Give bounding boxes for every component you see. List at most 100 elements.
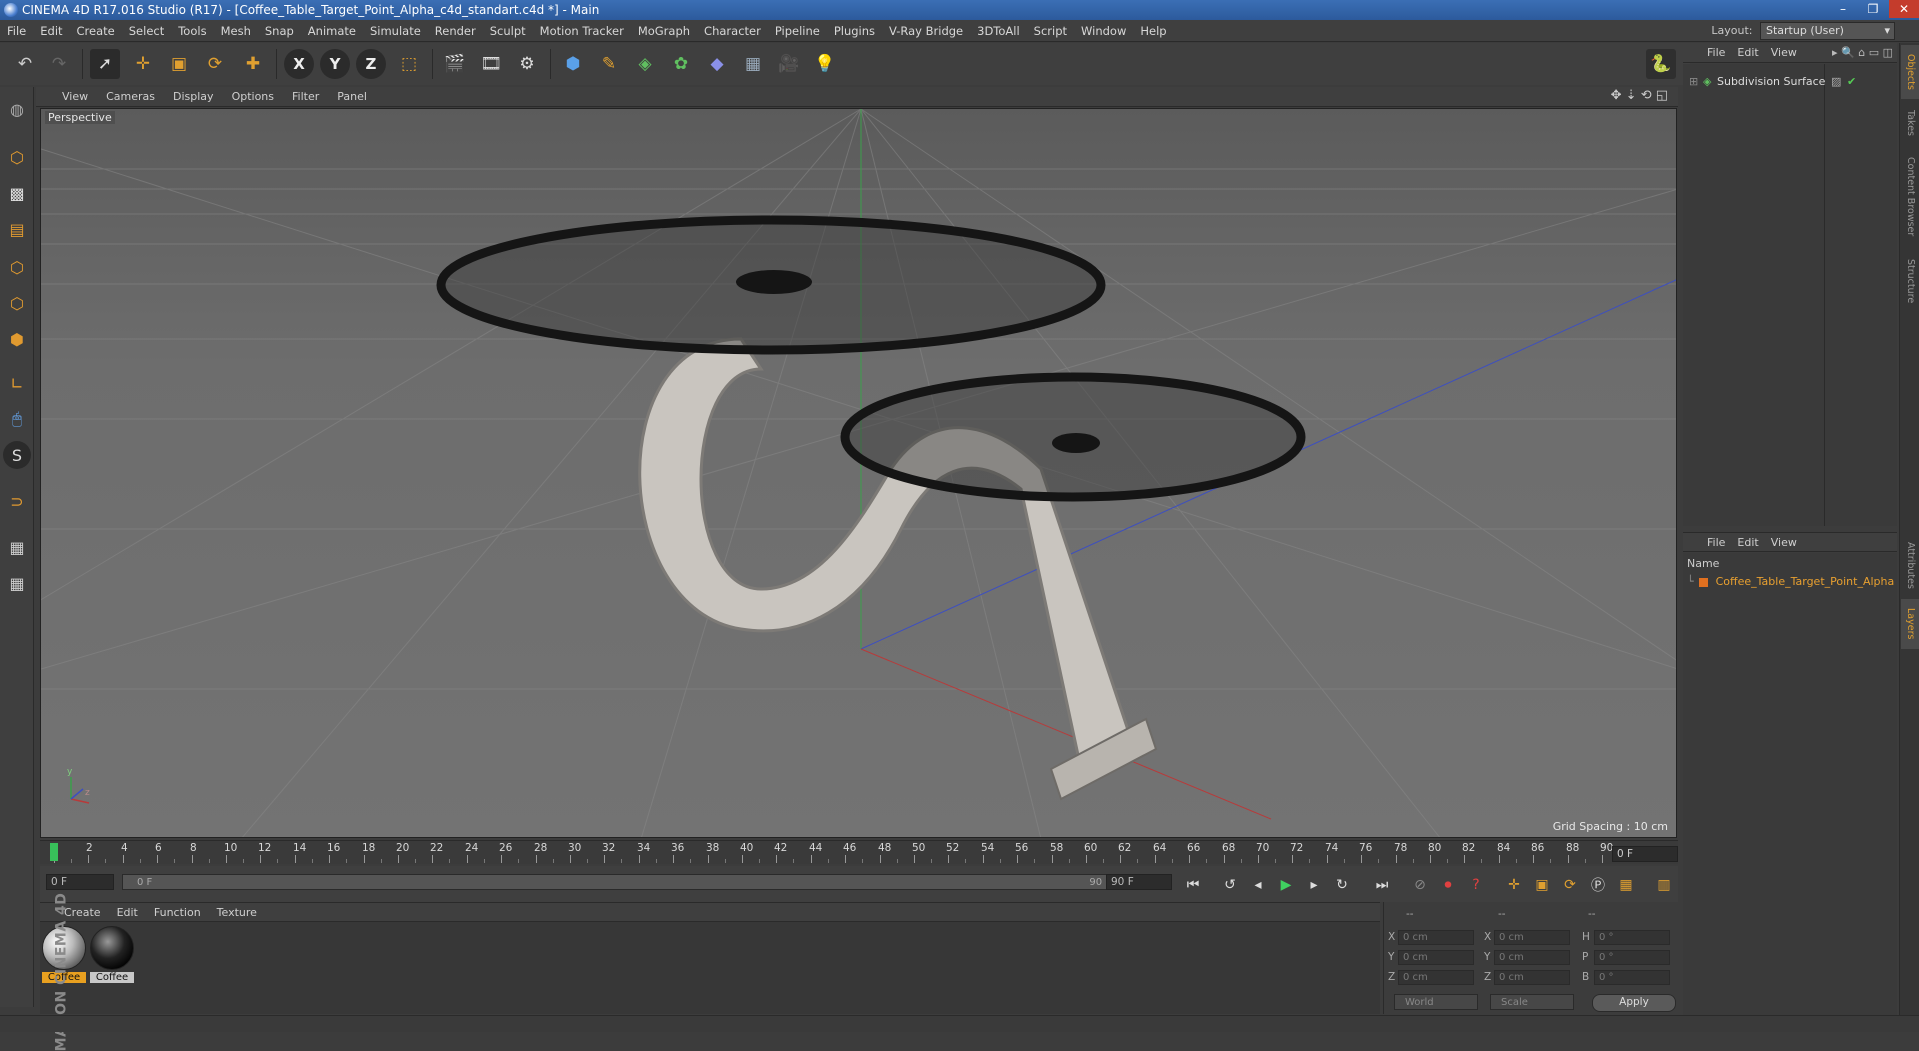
end-frame-field[interactable]: 90 F — [1106, 874, 1172, 890]
polygons-mode-icon[interactable]: ⬢ — [3, 325, 31, 353]
material-swatch[interactable]: Coffee — [90, 926, 134, 983]
next-key-icon[interactable]: ↻ — [1330, 874, 1354, 896]
key-parameter-icon[interactable]: Ⓟ — [1586, 874, 1610, 896]
python-icon[interactable]: 🐍 — [1646, 49, 1676, 79]
size-y-field[interactable]: 0 cm — [1494, 950, 1570, 965]
perspective-viewport[interactable]: y z Perspective Grid Spacing : 10 cm — [40, 108, 1677, 838]
menu-plugins[interactable]: Plugins — [827, 20, 882, 42]
object-manager-toolbar-icons[interactable]: ▸ 🔍 ⌂ ▭ ◫ — [1832, 43, 1893, 63]
play-icon[interactable]: ▶ — [1274, 874, 1298, 896]
menu-3dtoall[interactable]: 3DToAll — [970, 20, 1027, 42]
record-keys-icon[interactable]: ⊘ — [1408, 874, 1432, 896]
menu-create[interactable]: Create — [70, 20, 122, 42]
key-pla-icon[interactable]: ▦ — [1614, 874, 1638, 896]
expand-icon[interactable]: ⊞ — [1689, 74, 1698, 90]
go-to-start-icon[interactable]: ⏮ — [1181, 874, 1205, 896]
menu-sculpt[interactable]: Sculpt — [483, 20, 533, 42]
z-axis-lock-button[interactable]: Z — [356, 49, 386, 79]
material-menu-create[interactable]: Create — [40, 903, 109, 923]
rotation-h-field[interactable]: 0 ° — [1594, 930, 1670, 945]
points-mode-icon[interactable]: ⬡ — [3, 253, 31, 281]
make-editable-icon[interactable]: ◍ — [3, 95, 31, 123]
render-settings-icon[interactable]: ⚙ — [512, 49, 542, 79]
menu-render[interactable]: Render — [428, 20, 483, 42]
menu-edit[interactable]: Edit — [33, 20, 69, 42]
render-picture-viewer-icon[interactable]: 🎞 — [476, 49, 506, 79]
tweak-mode-icon[interactable]: 🖱 — [3, 405, 31, 433]
size-mode-dropdown[interactable]: Scale — [1490, 994, 1574, 1010]
rotate-icon[interactable]: ⟳ — [200, 49, 230, 79]
position-x-field[interactable]: 0 cm — [1398, 930, 1474, 945]
viewport-menu-panel[interactable]: Panel — [328, 87, 376, 107]
object-menu-file[interactable]: File — [1683, 43, 1731, 63]
material-menu-edit[interactable]: Edit — [109, 903, 146, 923]
magnet-icon[interactable]: ⊃ — [3, 487, 31, 515]
viewport-menu-cameras[interactable]: Cameras — [97, 87, 164, 107]
material-menu-function[interactable]: Function — [146, 903, 209, 923]
y-axis-lock-button[interactable]: Y — [320, 49, 350, 79]
autokey-icon[interactable]: ⏺ — [1436, 874, 1460, 896]
texture-mode-icon[interactable]: ▩ — [3, 179, 31, 207]
tab-takes[interactable]: Takes — [1901, 103, 1919, 143]
edges-mode-icon[interactable]: ⬡ — [3, 289, 31, 317]
transform-icon[interactable]: ✚ — [238, 49, 268, 79]
tab-layers[interactable]: Layers — [1901, 599, 1919, 649]
viewport-navigation-icons[interactable]: ✥ ⇣ ⟲ ◱ — [1611, 88, 1668, 103]
layer-color-swatch[interactable] — [1699, 577, 1709, 587]
object-menu-view[interactable]: View — [1765, 43, 1803, 63]
coordinate-system-icon[interactable]: ⬚ — [394, 49, 424, 79]
model-mode-icon[interactable]: ⬡ — [3, 143, 31, 171]
current-frame-field[interactable]: 0 F — [1612, 846, 1678, 862]
key-rotation-icon[interactable]: ⟳ — [1558, 874, 1582, 896]
menu-window[interactable]: Window — [1074, 20, 1133, 42]
live-selection-icon[interactable]: ➚ — [90, 49, 120, 79]
subdivision-surface-icon[interactable]: ◈ — [630, 49, 660, 79]
tab-objects[interactable]: Objects — [1901, 45, 1919, 99]
cube-primitive-icon[interactable]: ⬢ — [558, 49, 588, 79]
menu-select[interactable]: Select — [122, 20, 171, 42]
timeline-ruler[interactable]: 0246810121416182022242628303234363840424… — [40, 840, 1678, 864]
object-visibility-icon[interactable]: ▨ — [1831, 74, 1841, 90]
position-y-field[interactable]: 0 cm — [1398, 950, 1474, 965]
layer-menu-file[interactable]: File — [1683, 533, 1731, 553]
light-icon[interactable]: 💡 — [810, 49, 840, 79]
planar-workplane-icon[interactable]: ▦ — [3, 569, 31, 597]
key-position-icon[interactable]: ✛ — [1502, 874, 1526, 896]
timeline-window-icon[interactable]: ▥ — [1652, 874, 1676, 896]
menu-motion-tracker[interactable]: Motion Tracker — [533, 20, 631, 42]
object-menu-edit[interactable]: Edit — [1731, 43, 1764, 63]
keyframe-selection-icon[interactable]: ? — [1464, 874, 1488, 896]
viewport-menu-display[interactable]: Display — [164, 87, 223, 107]
minimize-button[interactable]: – — [1829, 0, 1857, 18]
rotation-p-field[interactable]: 0 ° — [1594, 950, 1670, 965]
object-enabled-checkmark-icon[interactable]: ✔ — [1847, 74, 1856, 90]
menu-mograph[interactable]: MoGraph — [631, 20, 697, 42]
position-z-field[interactable]: 0 cm — [1398, 970, 1474, 985]
undo-icon[interactable]: ↶ — [10, 49, 40, 79]
menu-snap[interactable]: Snap — [258, 20, 301, 42]
menu-file[interactable]: File — [0, 20, 33, 42]
close-button[interactable]: ✕ — [1889, 0, 1919, 18]
pen-spline-icon[interactable]: ✎ — [594, 49, 624, 79]
menu-simulate[interactable]: Simulate — [363, 20, 428, 42]
object-row[interactable]: ⊞ ◈ Subdivision Surface ▨ ✔ — [1683, 74, 1897, 90]
workplane-icon[interactable]: ▤ — [3, 215, 31, 243]
locked-workplane-icon[interactable]: ▦ — [3, 533, 31, 561]
x-axis-lock-button[interactable]: X — [284, 49, 314, 79]
coordinate-space-dropdown[interactable]: World — [1394, 994, 1478, 1010]
menu-tools[interactable]: Tools — [171, 20, 213, 42]
layer-row[interactable]: └ Coffee_Table_Target_Point_Alpha — [1687, 575, 1894, 588]
layout-dropdown[interactable]: Startup (User) ▾ — [1760, 22, 1895, 40]
scale-icon[interactable]: ▣ — [164, 49, 194, 79]
size-z-field[interactable]: 0 cm — [1494, 970, 1570, 985]
material-menu-texture[interactable]: Texture — [209, 903, 265, 923]
start-frame-field[interactable]: 0 F — [46, 874, 114, 890]
playhead-marker[interactable] — [50, 843, 58, 861]
tab-attributes[interactable]: Attributes — [1901, 533, 1919, 597]
rotation-b-field[interactable]: 0 ° — [1594, 970, 1670, 985]
key-scale-icon[interactable]: ▣ — [1530, 874, 1554, 896]
next-frame-icon[interactable]: ▸ — [1302, 874, 1326, 896]
menu-pipeline[interactable]: Pipeline — [768, 20, 827, 42]
layer-menu-edit[interactable]: Edit — [1731, 533, 1764, 553]
snap-icon[interactable]: S — [3, 441, 31, 469]
